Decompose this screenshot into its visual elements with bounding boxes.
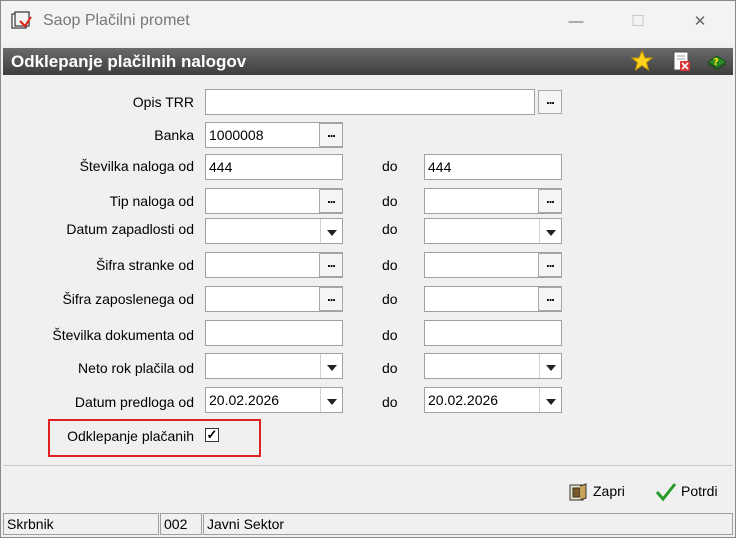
star-icon[interactable]: [631, 50, 653, 72]
datum-predloga-do-label: do: [382, 394, 398, 410]
tip-naloga-to-browse-button[interactable]: ...: [538, 189, 562, 213]
delete-document-icon[interactable]: [671, 50, 693, 72]
datum-predloga-label: Datum predloga od: [74, 394, 194, 410]
potrdi-button[interactable]: Potrdi: [655, 479, 718, 503]
neto-rok-do-label: do: [382, 360, 398, 376]
neto-rok-from-dropdown-icon[interactable]: [320, 354, 342, 378]
window-title: Saop Plačilni promet: [43, 12, 190, 29]
stevilka-naloga-from-input[interactable]: 444: [205, 154, 343, 180]
status-org: Javni Sektor: [203, 513, 733, 535]
neto-rok-label: Neto rok plačila od: [78, 360, 194, 376]
separator: [3, 465, 733, 466]
app-logo-icon: [11, 11, 32, 29]
sifra-zaposlenega-do-label: do: [382, 291, 398, 307]
form-header: Odklepanje plačilnih nalogov: [3, 48, 733, 75]
app-window: Saop Plačilni promet — ☐ ✕ Odklepanje pl…: [0, 0, 736, 538]
checkmark-icon: [655, 483, 677, 502]
stevilka-dokumenta-to-input[interactable]: [424, 320, 562, 346]
sifra-stranke-to-browse-button[interactable]: ...: [538, 253, 562, 277]
stevilka-naloga-do-label: do: [382, 158, 398, 174]
banka-browse-button[interactable]: ...: [319, 123, 343, 147]
stevilka-dokumenta-label: Številka dokumenta od: [52, 327, 194, 343]
close-door-icon: [569, 483, 587, 501]
tip-naloga-do-label: do: [382, 193, 398, 209]
datum-zapadlosti-label: Datum zapadlosti od: [66, 221, 194, 237]
stevilka-naloga-to-input[interactable]: 444: [424, 154, 562, 180]
sifra-zaposlenega-from-browse-button[interactable]: ...: [319, 287, 343, 311]
zapri-button[interactable]: Zapri: [567, 479, 625, 503]
opis-trr-browse-button[interactable]: ...: [538, 90, 562, 114]
sifra-zaposlenega-to-browse-button[interactable]: ...: [538, 287, 562, 311]
close-button[interactable]: ✕: [677, 7, 723, 37]
sifra-stranke-do-label: do: [382, 257, 398, 273]
sifra-stranke-label: Šifra stranke od: [95, 257, 194, 273]
title-bar: Saop Plačilni promet — ☐ ✕: [1, 1, 735, 42]
maximize-button[interactable]: ☐: [615, 7, 661, 37]
opis-trr-label: Opis TRR: [132, 94, 194, 110]
zapri-label: Zapri: [593, 483, 625, 499]
status-code: 002: [160, 513, 202, 535]
odklepanje-placanih-checkbox[interactable]: ✓: [205, 428, 219, 442]
sifra-stranke-from-browse-button[interactable]: ...: [319, 253, 343, 277]
form-title: Odklepanje plačilnih nalogov: [11, 52, 247, 71]
stevilka-dokumenta-do-label: do: [382, 327, 398, 343]
status-user: Skrbnik: [3, 513, 159, 535]
tip-naloga-from-browse-button[interactable]: ...: [319, 189, 343, 213]
status-bar: Skrbnik 002 Javni Sektor: [3, 513, 733, 535]
datum-zapadlosti-from-dropdown-icon[interactable]: [320, 219, 342, 243]
opis-trr-input[interactable]: [205, 89, 535, 115]
datum-zapadlosti-to-dropdown-icon[interactable]: [539, 219, 561, 243]
odklepanje-placanih-label: Odklepanje plačanih: [67, 428, 194, 444]
neto-rok-to-dropdown-icon[interactable]: [539, 354, 561, 378]
datum-predloga-to-dropdown-icon[interactable]: [539, 388, 561, 412]
svg-text:?: ?: [713, 57, 719, 68]
stevilka-dokumenta-from-input[interactable]: [205, 320, 343, 346]
minimize-button[interactable]: —: [553, 7, 599, 37]
sifra-zaposlenega-label: Šifra zaposlenega od: [62, 291, 194, 307]
potrdi-label: Potrdi: [681, 483, 718, 499]
datum-zapadlosti-do-label: do: [382, 221, 398, 237]
datum-predloga-from-dropdown-icon[interactable]: [320, 388, 342, 412]
tip-naloga-label: Tip naloga od: [109, 193, 194, 209]
banka-label: Banka: [154, 127, 194, 143]
help-book-icon[interactable]: ?: [706, 50, 728, 72]
stevilka-naloga-label: Številka naloga od: [79, 158, 194, 174]
